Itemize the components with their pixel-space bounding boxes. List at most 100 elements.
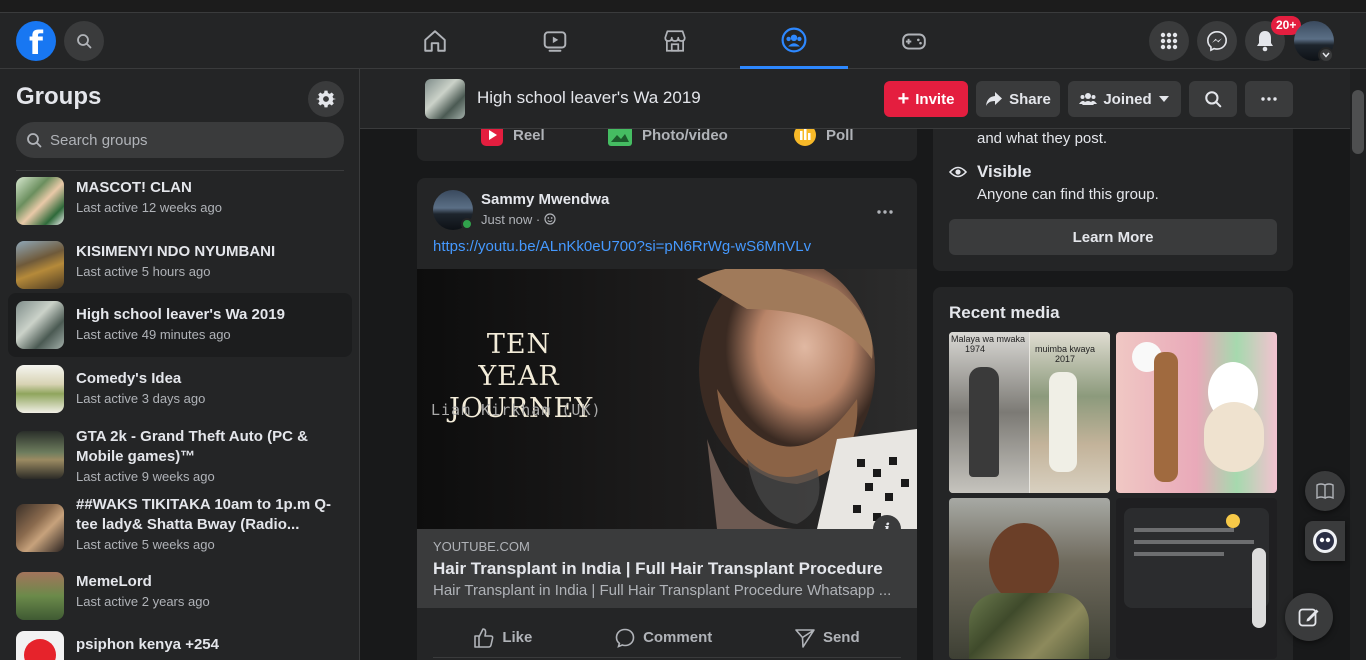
post-more-options-icon[interactable] bbox=[867, 194, 903, 230]
send-icon bbox=[795, 628, 815, 648]
link-description: Hair Transplant in India | Full Hair Tra… bbox=[433, 582, 892, 599]
post-timestamp[interactable]: Just now · bbox=[481, 212, 556, 227]
search-icon bbox=[27, 133, 42, 148]
scrollbar-thumb[interactable] bbox=[1352, 90, 1364, 154]
window-top-strip bbox=[0, 0, 1366, 13]
tab-watch[interactable] bbox=[501, 13, 609, 69]
group-name: GTA 2k - Grand Theft Auto (PC & Mobile g… bbox=[76, 428, 308, 465]
link-title: Hair Transplant in India | Full Hair Tra… bbox=[433, 559, 883, 578]
post-time-text: Just now · bbox=[481, 212, 541, 227]
facebook-logo-icon[interactable]: f bbox=[16, 21, 56, 61]
poll-label: Poll bbox=[826, 126, 854, 144]
sidebar-title: Groups bbox=[16, 83, 102, 110]
recent-media-card: Recent media Malaya wa mwaka 1974 muimba … bbox=[933, 287, 1293, 660]
public-globe-icon bbox=[544, 213, 556, 225]
share-label: Share bbox=[1009, 90, 1051, 108]
group-last-active: Last active 49 minutes ago bbox=[76, 327, 231, 342]
sidebar-group-item[interactable]: KISIMENYI NDO NYUMBANI Last active 5 hour… bbox=[8, 233, 352, 297]
post-link[interactable]: https://youtu.be/ALnKk0eU700?si=pN6RrWg-… bbox=[433, 238, 811, 255]
page-scrollbar[interactable] bbox=[1350, 69, 1366, 660]
menu-grid-icon[interactable] bbox=[1149, 21, 1189, 61]
assistant-bot-icon[interactable] bbox=[1305, 521, 1345, 561]
group-name: Comedy's Idea bbox=[76, 370, 182, 387]
book-icon[interactable] bbox=[1305, 471, 1345, 511]
comment-label: Comment bbox=[643, 629, 713, 646]
video-icon bbox=[543, 31, 567, 52]
tab-groups[interactable] bbox=[740, 13, 848, 69]
comment-button[interactable]: Comment bbox=[615, 628, 712, 648]
caret-down-icon bbox=[1158, 96, 1169, 102]
online-status-dot bbox=[461, 218, 473, 230]
search-icon[interactable] bbox=[64, 21, 104, 61]
tab-gaming[interactable] bbox=[860, 13, 968, 69]
group-title[interactable]: High school leaver's Wa 2019 bbox=[477, 88, 701, 108]
marketplace-icon bbox=[664, 30, 686, 52]
media-image-1[interactable]: Malaya wa mwaka 1974 muimba kwaya 2017 bbox=[949, 332, 1110, 493]
media-label: Malaya wa mwaka 1974 bbox=[951, 334, 1026, 354]
send-button[interactable]: Send bbox=[795, 628, 860, 648]
reel-label: Reel bbox=[513, 126, 545, 144]
group-name: MemeLord bbox=[76, 573, 152, 590]
group-last-active: Last active 12 weeks ago bbox=[76, 200, 222, 215]
like-button[interactable]: Like bbox=[474, 627, 533, 648]
search-groups-field[interactable] bbox=[16, 122, 344, 158]
recent-media-title: Recent media bbox=[949, 303, 1060, 322]
link-preview[interactable]: YOUTUBE.COM Hair Transplant in India | F… bbox=[417, 529, 917, 608]
settings-gear-icon[interactable] bbox=[308, 81, 344, 117]
joined-button[interactable]: Joined bbox=[1068, 81, 1181, 117]
like-label: Like bbox=[502, 629, 533, 646]
sidebar-group-item[interactable]: GTA 2k - Grand Theft Auto (PC & Mobile g… bbox=[8, 421, 352, 493]
tab-marketplace[interactable] bbox=[621, 13, 729, 69]
media-image-4[interactable] bbox=[1116, 498, 1277, 659]
sidebar-group-item-active[interactable]: High school leaver's Wa 2019 Last active … bbox=[8, 293, 352, 357]
share-button[interactable]: Share bbox=[976, 81, 1060, 117]
sidebar-group-item[interactable]: psiphon kenya +254 bbox=[8, 627, 352, 660]
media-image-2[interactable] bbox=[1116, 332, 1277, 493]
more-dots-icon bbox=[1261, 97, 1277, 101]
group-last-active: Last active 2 years ago bbox=[76, 594, 210, 609]
gaming-icon bbox=[902, 33, 926, 50]
plus-icon: + bbox=[897, 88, 910, 110]
tab-home[interactable] bbox=[381, 13, 489, 69]
group-thumbnail bbox=[16, 631, 64, 660]
video-title-line1: TEN YEAR bbox=[478, 329, 560, 392]
group-last-active: Last active 5 weeks ago bbox=[76, 537, 215, 552]
visible-title: Visible bbox=[977, 162, 1032, 181]
link-domain: YOUTUBE.COM bbox=[433, 539, 530, 554]
send-label: Send bbox=[822, 629, 860, 646]
learn-more-button[interactable]: Learn More bbox=[949, 219, 1277, 255]
search-groups-input[interactable] bbox=[50, 131, 330, 149]
media-label: muimba kwaya 2017 bbox=[1035, 344, 1096, 364]
groups-icon bbox=[781, 27, 807, 52]
about-privacy-text: and what they post. bbox=[977, 130, 1108, 147]
group-thumbnail bbox=[16, 301, 64, 349]
top-navigation-bar: f 20+ bbox=[0, 13, 1366, 69]
joined-label: Joined bbox=[1103, 90, 1152, 108]
more-options-button[interactable] bbox=[1245, 81, 1293, 117]
video-thumbnail[interactable]: TEN YEAR JOURNEY Liam Kirkham (UK) i bbox=[417, 269, 917, 529]
photo-video-label: Photo/video bbox=[642, 126, 728, 144]
new-message-compose-icon[interactable] bbox=[1285, 593, 1333, 641]
comment-icon bbox=[615, 628, 635, 648]
post-author[interactable]: Sammy Mwendwa bbox=[481, 191, 609, 208]
sidebar-group-item[interactable]: MemeLord Last active 2 years ago bbox=[8, 563, 352, 627]
messenger-icon[interactable] bbox=[1197, 21, 1237, 61]
group-thumbnail[interactable] bbox=[425, 79, 465, 119]
media-image-3[interactable] bbox=[949, 498, 1110, 659]
group-name: KISIMENYI NDO NYUMBANI bbox=[76, 243, 276, 260]
home-icon bbox=[424, 30, 446, 52]
post-actions-bar: Like Comment Send bbox=[433, 618, 901, 658]
share-icon bbox=[986, 92, 1003, 106]
sidebar-group-item[interactable]: ##WAKS TIKITAKA 10am to 1p.m Q-tee lady&… bbox=[8, 493, 352, 563]
about-card: and what they post. Visible Anyone can f… bbox=[933, 109, 1293, 271]
sidebar-group-item[interactable]: MASCOT! CLAN Last active 12 weeks ago bbox=[8, 169, 352, 233]
video-subtitle-text: Liam Kirkham (UK) bbox=[431, 401, 602, 419]
group-name: MASCOT! CLAN bbox=[76, 179, 192, 196]
group-search-button[interactable] bbox=[1189, 81, 1237, 117]
invite-button[interactable]: + Invite bbox=[884, 81, 968, 117]
group-name: psiphon kenya +254 bbox=[76, 636, 219, 653]
chevron-down-icon[interactable] bbox=[1318, 47, 1334, 63]
group-thumbnail bbox=[16, 365, 64, 413]
group-thumbnail bbox=[16, 431, 64, 479]
sidebar-group-item[interactable]: Comedy's Idea Last active 3 days ago bbox=[8, 357, 352, 421]
